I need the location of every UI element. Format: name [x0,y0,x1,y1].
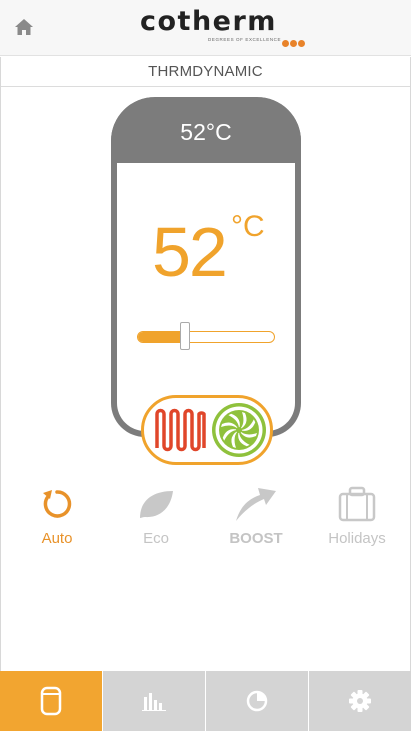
mode-title: THRMDYNAMIC [0,57,411,87]
pie-chart-icon [246,690,268,712]
tab-tank[interactable] [0,671,103,731]
logo-dots [282,34,306,52]
setpoint-unit: °C [231,210,265,243]
tank-top-temperature: 52°C [111,97,301,163]
bar-chart-icon [142,693,166,711]
slider-handle[interactable] [180,322,190,350]
fan-icon [212,403,266,457]
mode-eco-label: Eco [143,530,169,547]
tab-settings[interactable] [309,671,411,731]
mode-eco-button[interactable]: Eco [108,485,204,547]
tab-statistics[interactable] [103,671,206,731]
home-button[interactable] [13,16,35,38]
mode-boost-label: BOOST [229,530,283,547]
tank-icon [40,686,62,716]
mode-holidays-label: Holidays [328,530,386,547]
boost-arrow-icon [236,488,276,521]
refresh-icon [43,490,72,518]
heat-source-indicator [141,395,273,465]
home-icon [15,19,33,35]
mode-selector: Auto Eco BOOST Holidays [0,485,411,555]
temperature-slider[interactable] [137,331,275,343]
logo-text: cotherm [140,6,277,37]
mode-holidays-button[interactable]: Holidays [309,485,405,547]
gear-icon [349,690,371,712]
bottom-tab-bar [0,671,411,731]
tab-consumption[interactable] [206,671,309,731]
leaf-icon [140,491,173,518]
setpoint-temperature: 52 [152,213,228,291]
heating-element-icon [155,408,206,452]
cotherm-logo: cotherm DEGREES OF EXCELLENCE [140,6,310,48]
suitcase-icon [338,486,376,522]
slider-fill [138,332,186,342]
app-header: cotherm DEGREES OF EXCELLENCE [0,0,411,56]
mode-auto-label: Auto [41,530,73,547]
logo-tagline: DEGREES OF EXCELLENCE [208,37,282,42]
mode-boost-button[interactable]: BOOST [208,485,304,547]
mode-auto-button[interactable]: Auto [9,485,105,547]
